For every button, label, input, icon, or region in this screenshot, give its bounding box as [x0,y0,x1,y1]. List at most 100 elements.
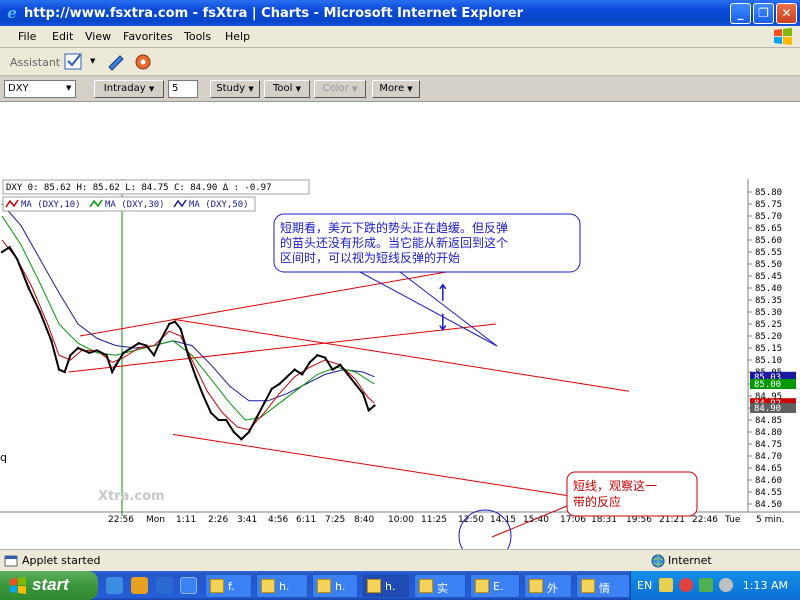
price-point [63,370,66,374]
y-tick-label: 84.55 [755,488,782,498]
price-point [293,368,296,371]
close-button[interactable]: ✕ [776,3,797,24]
tray-icon-4[interactable] [719,578,733,592]
y-tick-label: 85.65 [755,224,782,234]
minimize-button[interactable]: _ [730,3,751,24]
tool-label: Tool [272,83,293,94]
note-red-line: 短线，观察这一 [573,478,657,493]
language-indicator[interactable]: EN [637,579,652,592]
taskbar: start f. h. h. h. 实 E. 外 情 EN 1:13 AM [0,571,800,600]
task-button-2[interactable]: h. [256,574,308,598]
menu-edit[interactable]: Edit [52,30,73,43]
ma-legend-label: MA (DXY,10) [21,200,81,210]
ma30-value-tag-label: 85.00 [754,380,781,390]
y-tick-label: 85.75 [755,200,782,210]
price-point [179,327,182,330]
maximize-button[interactable]: ❐ [753,3,774,24]
window-titlebar: e http://www.fsxtra.com - fsXtra | Chart… [0,0,800,26]
note-blue-line: 区间时，可以视为短线反弹的开始 [280,250,460,265]
start-button[interactable]: start [0,571,98,600]
menu-help[interactable]: Help [225,30,250,43]
price-point [361,392,365,395]
menu-file[interactable]: File [18,30,36,43]
quicklaunch-desktop-icon[interactable] [180,577,197,594]
y-tick-label: 84.65 [755,464,782,474]
period-label: Intraday [103,83,146,94]
pen-icon[interactable] [106,52,126,71]
ie-window-icon [210,579,224,593]
x-tick-label: 14:15 [490,515,516,525]
note-blue-line: 的苗头还没有形成。当它能从新返回到这个 [280,235,508,250]
windows-flag-icon [10,577,26,594]
task-button-6[interactable]: E. [470,574,520,598]
price-point [168,322,171,326]
price-point [217,418,220,422]
price-point [232,430,235,434]
price-point [240,438,243,441]
task-button-1[interactable]: f. [205,574,252,598]
quicklaunch-mail-icon[interactable] [131,577,148,594]
study-menu[interactable]: Study ▼ [210,80,260,98]
menu-view[interactable]: View [85,30,111,43]
y-tick-label: 84.50 [755,500,782,510]
y-tick-label: 85.45 [755,272,782,282]
ie-window-icon [367,579,381,593]
price-point [209,411,213,414]
y-tick-label: 85.15 [755,344,782,354]
y-tick-label: 84.60 [755,476,782,486]
menu-tools[interactable]: Tools [184,30,211,43]
tray-icon-2[interactable] [679,578,693,592]
price-point [50,339,53,342]
price-point [95,349,99,352]
symbol-dropdown-icon[interactable]: ▼ [66,84,71,92]
tray-icon-1[interactable] [659,578,673,592]
x-unit-label: 5 min. [756,515,784,525]
ie-window-icon [261,579,275,593]
price-point [160,337,163,340]
quicklaunch-ie-icon[interactable] [106,577,123,594]
x-tick-label: Mon [146,515,165,525]
price-point [69,354,72,357]
task-button-4[interactable]: h. [362,574,410,598]
y-tick-label: 84.85 [755,416,782,426]
x-tick-label: 4:56 [268,515,288,525]
study-label: Study [216,83,246,94]
price-point [145,344,148,347]
tool-menu[interactable]: Tool ▼ [264,80,310,98]
y-tick-label: 84.70 [755,452,782,462]
color-menu[interactable]: Color ▼ [314,80,366,98]
assistant-check-icon[interactable] [64,52,84,71]
task-label-2: h. [279,580,290,593]
tools-icon[interactable] [133,52,153,71]
task-button-3[interactable]: h. [312,574,358,598]
price-point [270,387,273,390]
price-point [88,351,91,354]
assistant-dropdown-icon[interactable]: ▼ [90,57,95,65]
task-label-4: h. [385,580,396,593]
task-button-5[interactable]: 实 [414,574,466,598]
price-point [373,404,376,407]
task-button-8[interactable]: 情 [576,574,630,598]
price-point [331,368,334,371]
chart-toolbar: DXY ▼ Intraday ▼ 5 Study ▼ Tool ▼ Color … [0,76,800,102]
x-tick-label: 10:00 [388,515,414,525]
period-select[interactable]: Intraday ▼ [94,80,164,98]
menu-favorites[interactable]: Favorites [123,30,173,43]
task-button-7[interactable]: 外 [524,574,572,598]
more-menu[interactable]: More ▼ [372,80,420,98]
chart-canvas[interactable]: 85.80 85.75 85.70 85.65 85.60 85.55 85.50 85.45… [0,102,800,549]
y-tick-label: 85.20 [755,332,782,342]
menu-bar: File Edit View Favorites Tools Help [0,26,800,48]
y-tick-label: 85.30 [755,308,782,318]
price-point [152,354,156,357]
price-point [122,351,125,354]
x-tick-label: 22:46 [692,515,718,525]
tray-icon-3[interactable] [699,578,713,592]
y-tick-label: 85.80 [755,188,782,198]
folder-icon [419,579,433,593]
ma-legend-label: MA (DXY,50) [189,200,249,210]
interval-input[interactable]: 5 [168,80,198,98]
app-window-icon [581,579,595,593]
quicklaunch-media-icon[interactable] [156,577,173,594]
price-point [278,382,281,386]
